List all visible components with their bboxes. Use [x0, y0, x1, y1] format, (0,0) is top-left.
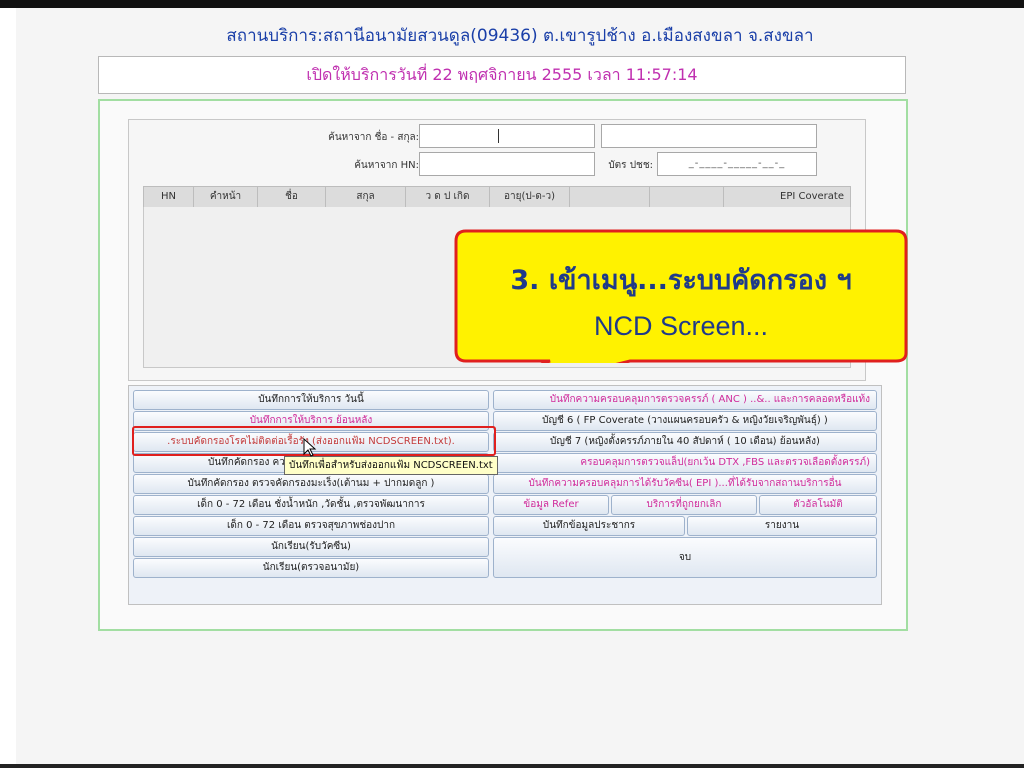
service-open-banner: เปิดให้บริการวันที่ 22 พฤศจิกายน 2555 เว… — [98, 56, 906, 94]
search-name-input[interactable] — [419, 124, 595, 148]
menu-lab-coverage[interactable]: ครอบคลุมการตรวจแล็ป(ยกเว้น DTX ,FBS และต… — [493, 453, 877, 473]
search-hn-input[interactable] — [419, 152, 595, 176]
menu-population[interactable]: บันทึกข้อมูลประชากร — [493, 516, 685, 536]
menu-cancer-screening[interactable]: บันทึกคัดกรอง ตรวจคัดกรองมะเร็ง(เต้านม +… — [133, 474, 489, 494]
menu-student-health[interactable]: นักเรียน(ตรวจอนามัย) — [133, 558, 489, 578]
app-page: สถานบริการ:สถานีอนามัยสวนดูล(09436) ต.เข… — [16, 8, 1024, 764]
clinic-title: สถานบริการ:สถานีอนามัยสวนดูล(09436) ต.เข… — [226, 26, 814, 46]
search-hn-label: ค้นหาจาก HN: — [354, 160, 419, 171]
col-blank-2 — [650, 187, 724, 207]
menu-auto[interactable]: ตัวอัลโนมัติ — [759, 495, 877, 515]
search-surname-input[interactable] — [601, 124, 817, 148]
top-black-bar — [0, 0, 1024, 8]
menu-cancelled-services[interactable]: บริการที่ถูกยกเลิก — [611, 495, 757, 515]
mouse-cursor-icon — [303, 438, 317, 457]
col-hn: HN — [144, 187, 194, 207]
bottom-black-bar — [0, 764, 1024, 768]
menu-service-today[interactable]: บันทึกการให้บริการ วันนี้ — [133, 390, 489, 410]
callout-line-1: 3. เข้าเมนู...ระบบคัดกรอง ฯ — [510, 265, 851, 297]
id-card-input[interactable]: _-____-_____-__-_ — [657, 152, 817, 176]
col-age: อายุ(ป-ด-ว) — [490, 187, 570, 207]
instruction-callout: 3. เข้าเมนู...ระบบคัดกรอง ฯ NCD Screen..… — [454, 229, 908, 363]
col-blank-1 — [570, 187, 650, 207]
menu-fp-coverate[interactable]: บัญชี 6 ( FP Coverate (วางแผนครอบครัว & … — [493, 411, 877, 431]
col-prefix: คำหน้า — [194, 187, 258, 207]
id-card-label: บัตร ปชช: — [608, 160, 653, 171]
menu-epi-other[interactable]: บันทึกความครอบคลุมการได้รับวัคซีน( EPI )… — [493, 474, 877, 494]
col-epi-coverate: EPI Coverate — [780, 191, 844, 202]
menu-report[interactable]: รายงาน — [687, 516, 877, 536]
main-panel: ค้นหาจาก ชื่อ - สกุล: ค้นหาจาก HN: บัตร … — [98, 99, 908, 631]
ncd-tooltip: บันทึกเพื่อสำหรับส่งออกแฟ้ม NCDSCREEN.tx… — [284, 456, 498, 475]
menu-refer[interactable]: ข้อมูล Refer — [493, 495, 609, 515]
menu-child-growth[interactable]: เด็ก 0 - 72 เดือน ชั่งน้ำหนัก ,วัดชั้น ,… — [133, 495, 489, 515]
col-name: ชื่อ — [258, 187, 326, 207]
col-birthdate: ว ด ป เกิด — [406, 187, 490, 207]
menu-exit[interactable]: จบ — [493, 537, 877, 578]
callout-line-2: NCD Screen... — [594, 311, 768, 341]
menu-anc-coverage[interactable]: บันทึกความครอบคลุมการตรวจครรภ์ ( ANC ) .… — [493, 390, 877, 410]
callout-bubble — [454, 229, 908, 363]
text-caret — [498, 129, 499, 143]
main-menu: บันทึกการให้บริการ วันนี้ บันทึกการให้บร… — [128, 385, 882, 605]
menu-pregnancy-40wk[interactable]: บัญชี 7 (หญิงตั้งครรภ์ภายใน 40 สัปดาห์ (… — [493, 432, 877, 452]
col-surname: สกุล — [326, 187, 406, 207]
menu-student-vaccine[interactable]: นักเรียน(รับวัคซีน) — [133, 537, 489, 557]
search-name-label: ค้นหาจาก ชื่อ - สกุล: — [328, 132, 419, 143]
result-table-header: HN คำหน้า ชื่อ สกุล ว ด ป เกิด อายุ(ป-ด-… — [143, 186, 851, 208]
menu-child-dental[interactable]: เด็ก 0 - 72 เดือน ตรวจสุขภาพช่องปาก — [133, 516, 489, 536]
